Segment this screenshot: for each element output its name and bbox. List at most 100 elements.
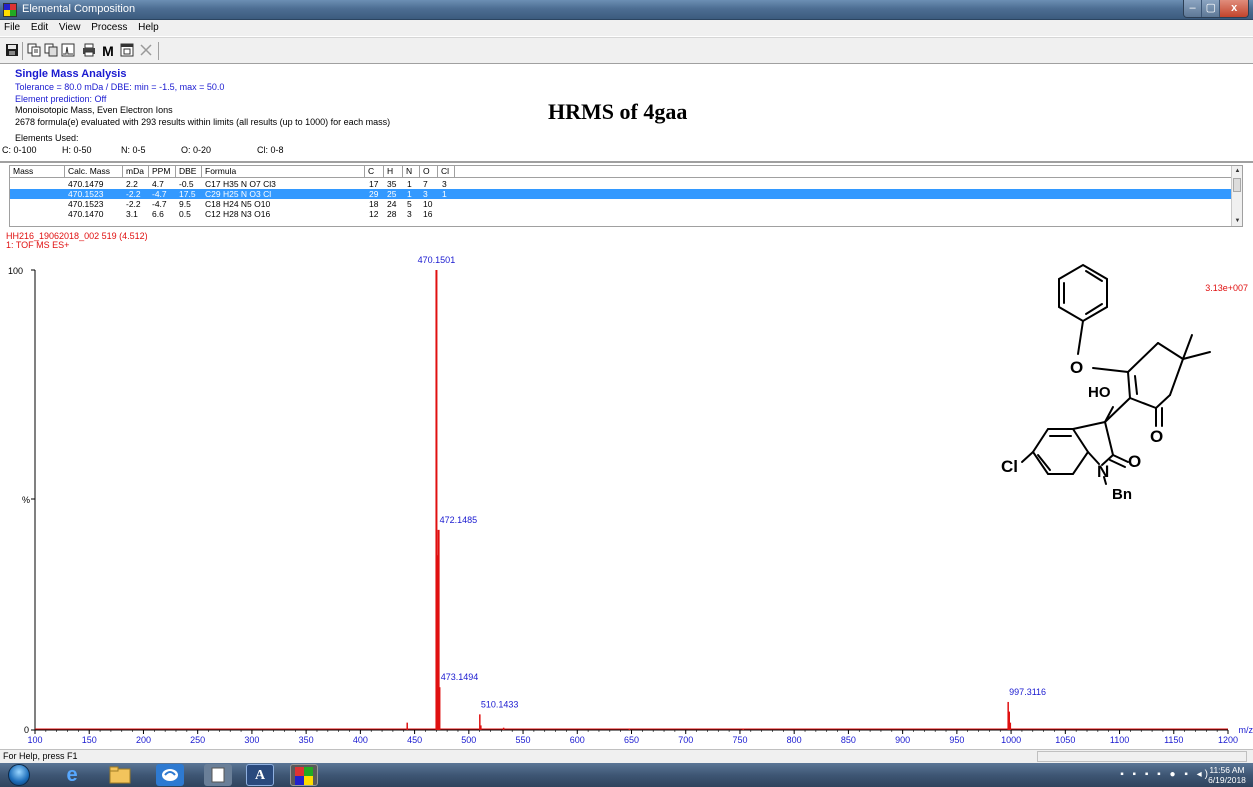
element-range-n: N: 0-5 [121, 145, 146, 155]
col-mass[interactable]: Mass [10, 166, 65, 178]
cell-c: 29 [369, 189, 379, 199]
cell-o: 7 [423, 179, 428, 189]
element-range-o: O: 0-20 [181, 145, 212, 155]
cell-ppm: -4.7 [152, 199, 167, 209]
window-icon[interactable] [119, 43, 135, 59]
app-a-icon[interactable]: A [246, 764, 274, 786]
y-label-100: 100 [8, 266, 23, 276]
cell-h: 35 [387, 179, 397, 189]
table-scrollbar[interactable]: ▲ ▼ [1231, 166, 1242, 226]
x-tick-label: 1000 [1001, 735, 1021, 745]
clock-date: 6/19/2018 [1208, 775, 1246, 785]
x-tick-label: 100 [27, 735, 42, 745]
hrms-heading: HRMS of 4gaa [548, 99, 688, 124]
col-cl[interactable]: Cl [438, 166, 455, 178]
atom-o-ketone: O [1150, 427, 1163, 446]
col-n[interactable]: N [403, 166, 420, 178]
menu-file[interactable]: File [0, 20, 24, 33]
scroll-up-icon[interactable]: ▲ [1233, 166, 1242, 176]
clock[interactable]: 11:56 AM 6/19/2018 [1205, 765, 1249, 785]
table-row[interactable]: 470.1523 -2.2 -4.7 17.5 C29 H25 N O3 Cl 29 25 1… [10, 189, 1242, 199]
col-formula[interactable]: Formula [202, 166, 365, 178]
peak-label: 510.1433 [481, 699, 519, 709]
group-bn: Bn [1112, 486, 1132, 503]
cell-dbe: 0.5 [179, 209, 191, 219]
col-o[interactable]: O [420, 166, 438, 178]
cell-cl: 1 [442, 189, 447, 199]
table-row[interactable]: 470.1470 3.1 6.6 0.5 C12 H28 N3 O16 12 28 3 16 [10, 209, 1242, 219]
copy-icon[interactable] [26, 43, 42, 59]
document-icon[interactable] [204, 764, 232, 786]
status-pane [1037, 751, 1247, 762]
x-tick-label: 450 [407, 735, 422, 745]
cell-formula: C18 H24 N5 O10 [205, 199, 271, 209]
elemental-composition-task-icon[interactable] [290, 764, 318, 786]
menu-view[interactable]: View [55, 20, 85, 33]
table-header: Mass Calc. Mass mDa PPM DBE Formula C H … [10, 166, 1242, 178]
menu-process[interactable]: Process [87, 20, 131, 33]
menu-edit[interactable]: Edit [27, 20, 52, 33]
cell-dbe: 9.5 [179, 199, 191, 209]
cell-formula: C29 H25 N O3 Cl [205, 189, 272, 199]
x-tick-label: 650 [624, 735, 639, 745]
close-button[interactable]: x [1220, 0, 1248, 17]
clock-time: 11:56 AM [1209, 765, 1245, 775]
element-prediction-text: Element prediction: Off [15, 94, 107, 104]
cell-n: 1 [407, 179, 412, 189]
table-row[interactable]: 470.1523 -2.2 -4.7 9.5 C18 H24 N5 O10 18 24 5 10 [10, 199, 1242, 209]
x-tick-label: 750 [732, 735, 747, 745]
atom-o-amide: O [1128, 452, 1141, 471]
x-tick-label: 400 [353, 735, 368, 745]
scroll-down-icon[interactable]: ▼ [1233, 216, 1242, 226]
cell-c: 18 [369, 199, 379, 209]
taskbar: e A ▪ ▪ ▪ ▪ ● ▪ ◂) 11:56 AM 6/19/2018 [0, 763, 1253, 787]
system-tray-icons[interactable]: ▪ ▪ ▪ ▪ ● ▪ ◂) [1120, 769, 1211, 780]
col-ppm[interactable]: PPM [149, 166, 176, 178]
menu-help[interactable]: Help [134, 20, 163, 33]
atom-o-ether: O [1070, 358, 1083, 377]
x-tick-label: 200 [136, 735, 151, 745]
start-button-icon[interactable] [8, 764, 30, 786]
maximize-button[interactable]: ▢ [1202, 0, 1221, 17]
copy-spectrum-icon[interactable] [60, 43, 76, 59]
menu-bar: File Edit View Process Help [0, 20, 1253, 36]
cell-n: 3 [407, 209, 412, 219]
copy-list-icon[interactable] [43, 43, 59, 59]
col-c[interactable]: C [365, 166, 384, 178]
m-button-icon[interactable]: M [100, 43, 116, 59]
col-h[interactable]: H [384, 166, 403, 178]
x-tick-label: 300 [244, 735, 259, 745]
close-icon[interactable] [138, 43, 154, 59]
analysis-title: Single Mass Analysis [15, 68, 127, 80]
cell-calc: 470.1523 [68, 199, 104, 209]
minimize-button[interactable]: – [1184, 0, 1203, 17]
ion-mode-text: Monoisotopic Mass, Even Electron Ions [15, 105, 173, 115]
col-mda[interactable]: mDa [123, 166, 149, 178]
cell-ppm: 4.7 [152, 179, 164, 189]
cell-ppm: 6.6 [152, 209, 164, 219]
summary-text: 2678 formula(e) evaluated with 293 resul… [15, 117, 391, 127]
col-calc-mass[interactable]: Calc. Mass [65, 166, 123, 178]
cell-dbe: -0.5 [179, 179, 194, 189]
app-blue-icon[interactable] [156, 764, 184, 786]
folder-icon[interactable] [106, 764, 134, 786]
x-tick-label: 1200 [1218, 735, 1238, 745]
cell-mda: -2.2 [126, 199, 141, 209]
cell-formula: C12 H28 N3 O16 [205, 209, 271, 219]
scroll-thumb[interactable] [1233, 178, 1241, 192]
col-dbe[interactable]: DBE [176, 166, 202, 178]
x-tick-label: 350 [299, 735, 314, 745]
cell-o: 3 [423, 189, 428, 199]
table-row[interactable]: 470.1479 2.2 4.7 -0.5 C17 H35 N O7 Cl3 17 35 1 7… [10, 179, 1242, 189]
print-icon[interactable] [81, 43, 97, 59]
peak-label: 997.3116 [1009, 687, 1046, 697]
x-tick-label: 800 [787, 735, 802, 745]
internet-explorer-icon[interactable]: e [58, 764, 86, 786]
app-icon [3, 3, 17, 17]
x-axis-unit: m/z [1239, 725, 1253, 735]
element-range-h: H: 0-50 [62, 145, 92, 155]
element-range-c: C: 0-100 [2, 145, 37, 155]
atom-cl: Cl [1001, 457, 1018, 476]
atom-n: N [1097, 462, 1109, 481]
save-icon[interactable] [4, 43, 20, 59]
